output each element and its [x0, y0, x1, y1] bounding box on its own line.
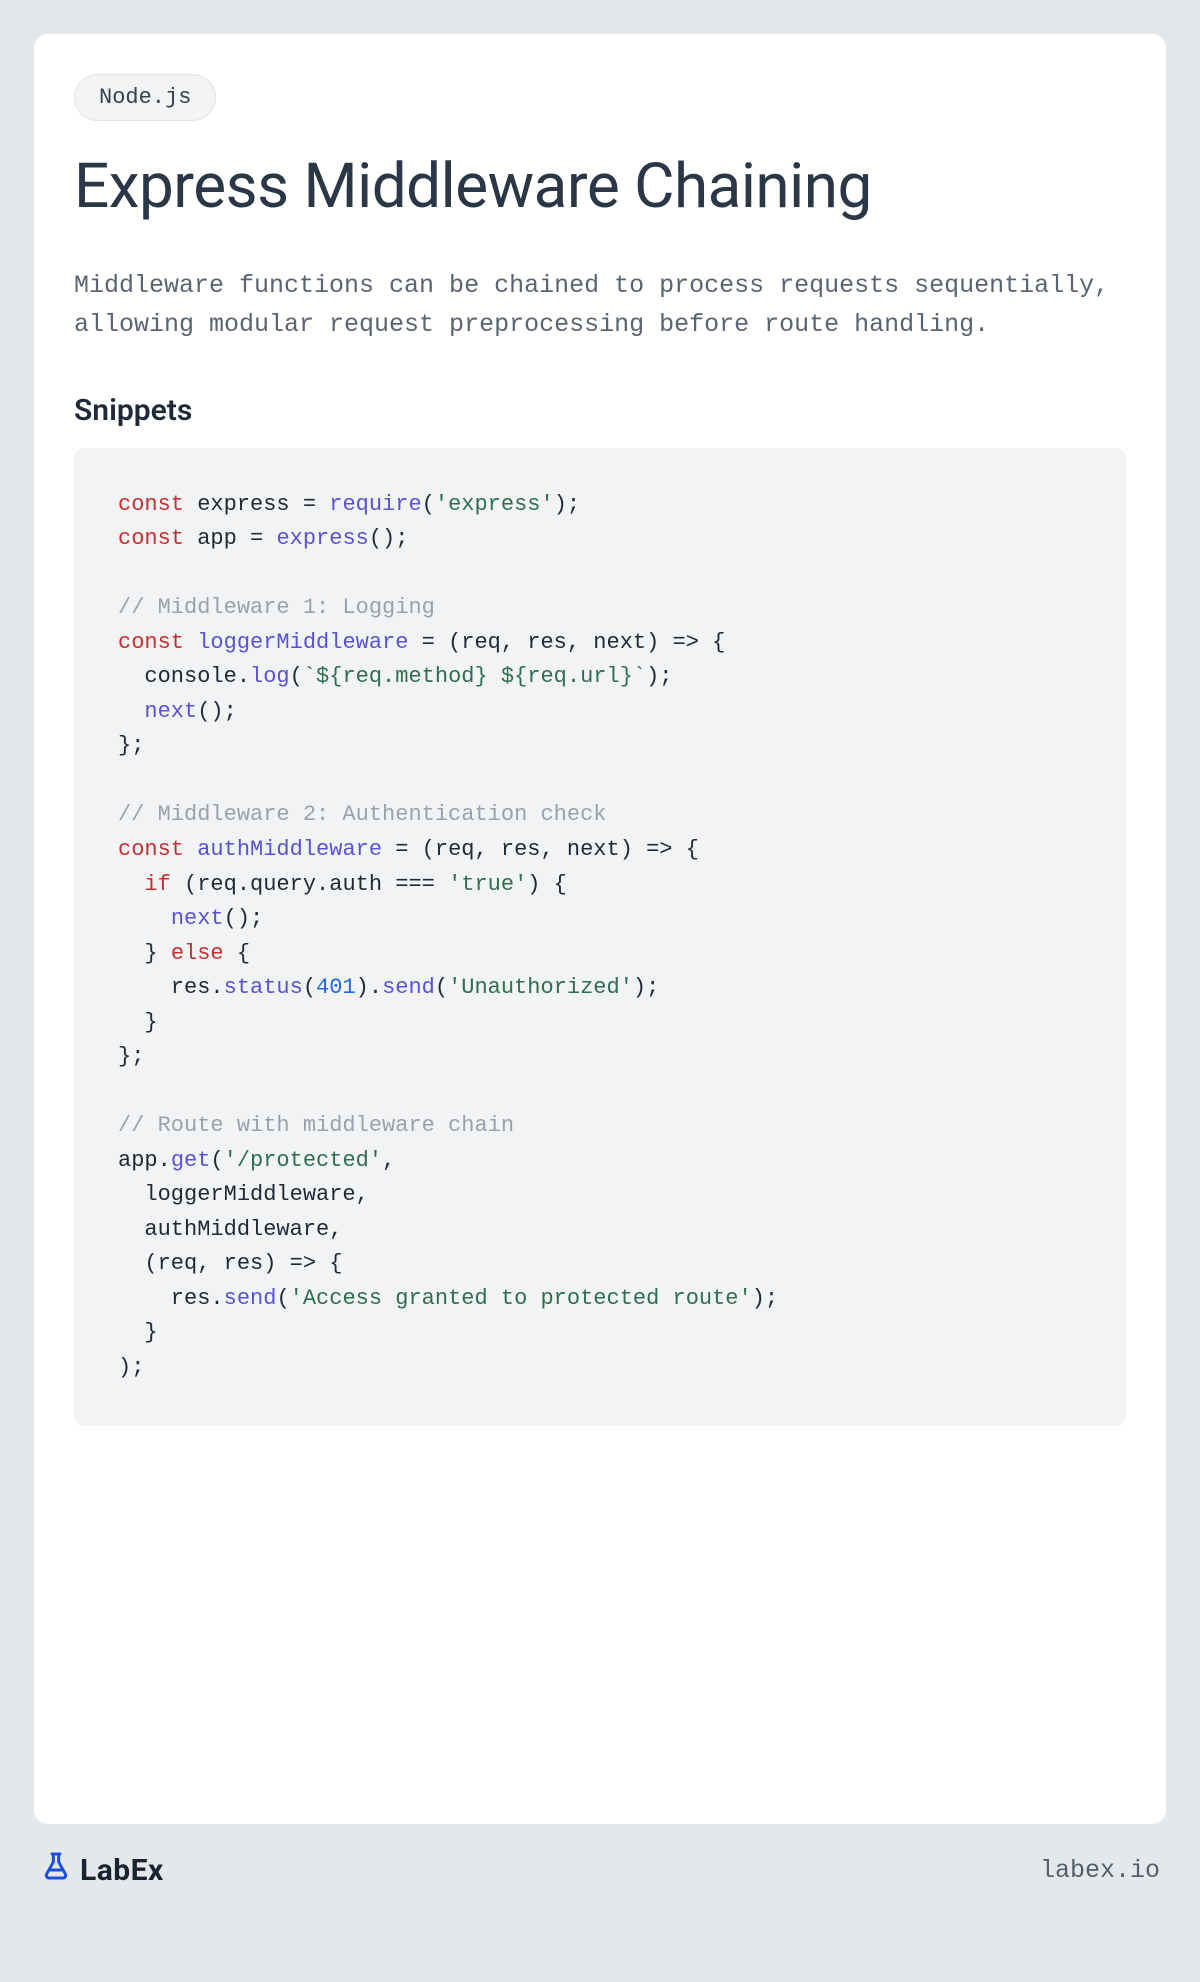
content-card: Node.js Express Middleware Chaining Midd… [34, 34, 1166, 1824]
code-block: const express = require('express'); cons… [74, 448, 1126, 1426]
flask-icon [40, 1850, 72, 1890]
snippets-heading: Snippets [74, 393, 1126, 428]
page-title: Express Middleware Chaining [74, 153, 1126, 221]
footer: LabEx labex.io [34, 1824, 1166, 1890]
brand-logo: LabEx [40, 1850, 164, 1890]
description-text: Middleware functions can be chained to p… [74, 267, 1126, 345]
site-url: labex.io [1040, 1856, 1160, 1885]
brand-name: LabEx [80, 1853, 164, 1888]
language-tag: Node.js [74, 74, 216, 121]
